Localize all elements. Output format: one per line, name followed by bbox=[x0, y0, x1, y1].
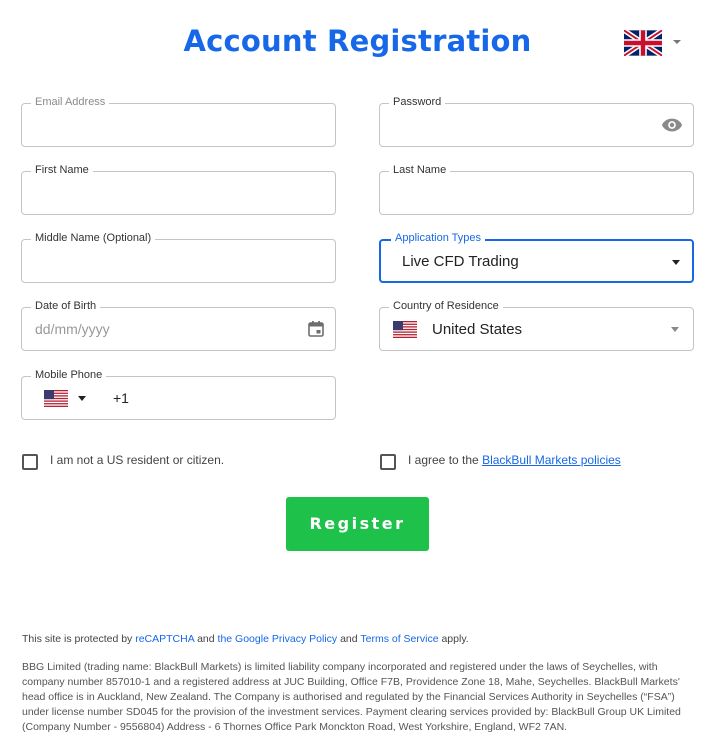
first-name-field[interactable]: First Name bbox=[21, 163, 336, 215]
chevron-down-icon bbox=[672, 260, 680, 265]
policies-link[interactable]: BlackBull Markets policies bbox=[482, 453, 621, 467]
last-name-field[interactable]: Last Name bbox=[379, 163, 694, 215]
last-name-input[interactable] bbox=[393, 172, 653, 214]
chevron-down-icon bbox=[671, 327, 679, 332]
country-code-selector[interactable] bbox=[44, 389, 92, 409]
dob-input[interactable] bbox=[35, 308, 295, 350]
us-resident-checkbox[interactable] bbox=[22, 454, 38, 470]
us-flag-icon bbox=[393, 321, 417, 338]
recaptcha-and-1: and bbox=[197, 633, 215, 645]
password-field[interactable]: Password bbox=[379, 95, 694, 147]
recaptcha-link[interactable]: reCAPTCHA bbox=[135, 633, 194, 645]
recaptcha-prefix: This site is protected by bbox=[22, 633, 133, 645]
page-title: Account Registration bbox=[183, 24, 532, 58]
policies-prefix: I agree to the bbox=[408, 453, 479, 467]
middle-name-field[interactable]: Middle Name (Optional) bbox=[21, 231, 336, 283]
terms-of-service-link[interactable]: Terms of Service bbox=[360, 633, 438, 645]
email-field[interactable]: Email Address bbox=[21, 95, 336, 147]
country-select[interactable]: Country of Residence United States bbox=[379, 299, 694, 351]
dial-code: +1 bbox=[113, 390, 129, 406]
application-type-label: Application Types bbox=[391, 231, 486, 245]
password-input[interactable] bbox=[393, 104, 653, 146]
calendar-icon[interactable] bbox=[307, 320, 325, 338]
mobile-phone-field[interactable]: Mobile Phone +1 bbox=[21, 368, 336, 420]
us-resident-checkbox-row[interactable]: I am not a US resident or citizen. bbox=[22, 452, 322, 470]
privacy-policy-link[interactable]: the Google Privacy Policy bbox=[218, 633, 338, 645]
us-flag-icon bbox=[44, 390, 68, 407]
policies-checkbox[interactable] bbox=[380, 454, 396, 470]
dob-field[interactable]: Date of Birth bbox=[21, 299, 336, 351]
chevron-down-icon bbox=[673, 40, 681, 44]
application-type-select[interactable]: Application Types Live CFD Trading bbox=[379, 231, 694, 283]
first-name-input[interactable] bbox=[35, 172, 295, 214]
register-button[interactable]: Register bbox=[286, 497, 429, 551]
middle-name-input[interactable] bbox=[35, 240, 295, 282]
recaptcha-and-2: and bbox=[340, 633, 358, 645]
policies-checkbox-row[interactable]: I agree to the BlackBull Markets policie… bbox=[380, 452, 700, 470]
recaptcha-suffix: apply. bbox=[441, 633, 469, 645]
mobile-phone-label: Mobile Phone bbox=[31, 368, 107, 382]
email-input[interactable] bbox=[35, 104, 295, 146]
uk-flag-icon bbox=[624, 30, 662, 56]
language-selector[interactable] bbox=[624, 30, 684, 56]
chevron-down-icon bbox=[78, 396, 86, 401]
policies-text: I agree to the BlackBull Markets policie… bbox=[408, 453, 621, 467]
eye-icon[interactable] bbox=[661, 117, 683, 133]
us-resident-text: I am not a US resident or citizen. bbox=[50, 453, 225, 467]
country-label: Country of Residence bbox=[389, 299, 503, 313]
country-value: United States bbox=[432, 321, 523, 338]
legal-disclaimer: BBG Limited (trading name: BlackBull Mar… bbox=[22, 661, 681, 733]
application-type-value: Live CFD Trading bbox=[402, 253, 519, 270]
recaptcha-notice: This site is protected by reCAPTCHA and … bbox=[22, 633, 469, 645]
